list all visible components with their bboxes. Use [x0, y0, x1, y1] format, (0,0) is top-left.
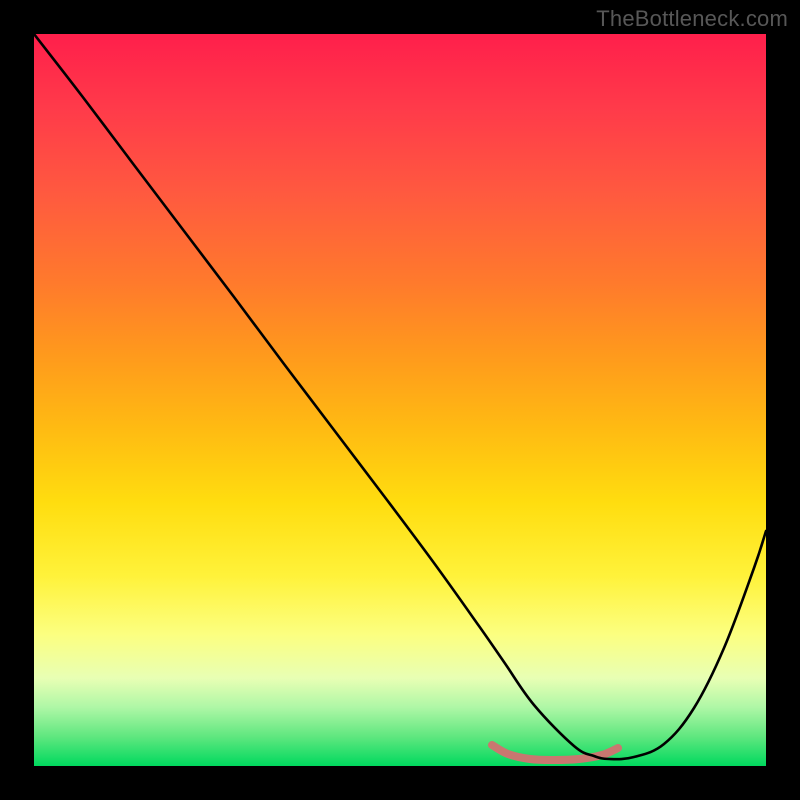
plot-area [34, 34, 766, 766]
watermark-text: TheBottleneck.com [596, 6, 788, 32]
chart-stage: TheBottleneck.com [0, 0, 800, 800]
curve-line [34, 34, 766, 766]
